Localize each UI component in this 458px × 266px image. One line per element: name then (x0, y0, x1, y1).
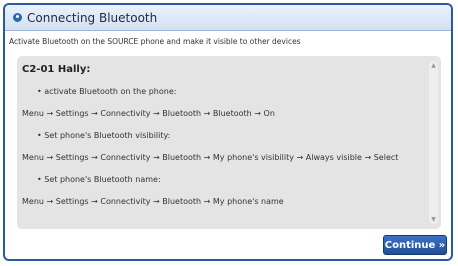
bluetooth-dialog: Connecting Bluetooth Activate Bluetooth … (3, 3, 453, 261)
scroll-up-arrow-icon[interactable]: ▲ (429, 61, 438, 70)
dialog-title: Connecting Bluetooth (27, 10, 158, 25)
instructions-content: C2-01 Hally: • activate Bluetooth on the… (17, 56, 441, 207)
dialog-titlebar: Connecting Bluetooth (5, 5, 451, 31)
continue-button[interactable]: Continue » (383, 235, 447, 255)
phone-model-title: C2-01 Hally: (22, 64, 91, 75)
scroll-down-arrow-icon[interactable]: ▼ (429, 215, 438, 224)
step-2-path: Menu → Settings → Connectivity → Bluetoo… (22, 153, 399, 162)
vertical-scrollbar[interactable]: ▲ ▼ (429, 61, 438, 224)
step-3-heading: • Set phone's Bluetooth name: (37, 175, 161, 184)
info-bullet-icon (13, 13, 22, 22)
step-1-path: Menu → Settings → Connectivity → Bluetoo… (22, 109, 275, 118)
instruction-text: Activate Bluetooth on the SOURCE phone a… (9, 37, 301, 46)
step-1-heading: • activate Bluetooth on the phone: (37, 87, 177, 96)
instructions-panel[interactable]: C2-01 Hally: • activate Bluetooth on the… (17, 56, 441, 229)
step-3-path: Menu → Settings → Connectivity → Bluetoo… (22, 197, 284, 206)
step-2-heading: • Set phone's Bluetooth visibility: (37, 131, 171, 140)
